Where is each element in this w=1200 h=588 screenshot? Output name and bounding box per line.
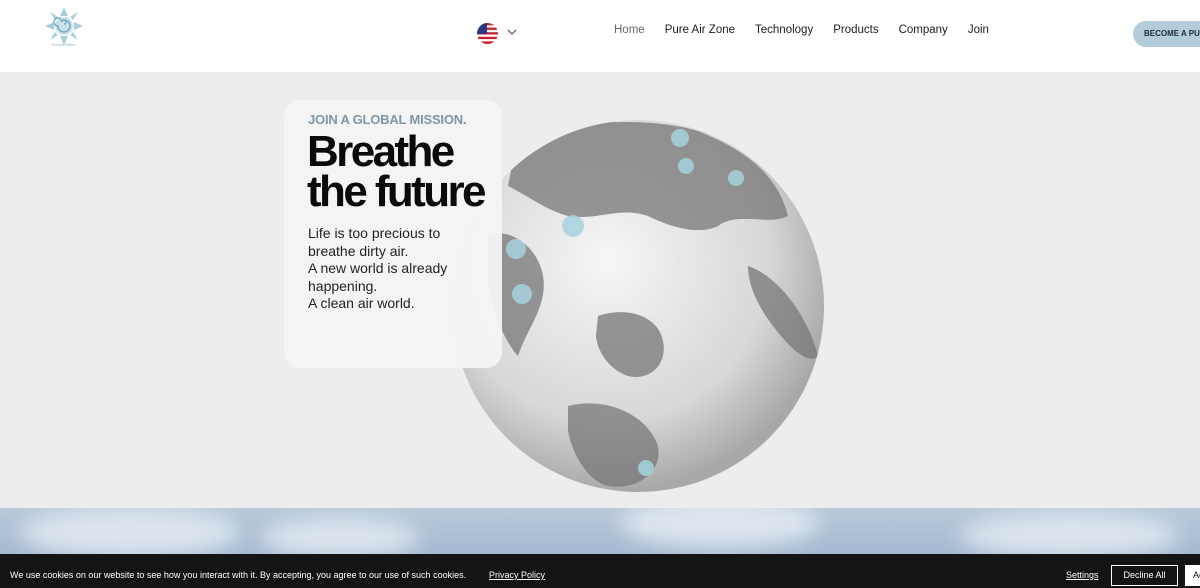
become-member-button[interactable]: BECOME A PURE AIR: [1133, 21, 1200, 47]
privacy-policy-link[interactable]: Privacy Policy: [489, 570, 545, 580]
logo-text: PureAirNation: [51, 42, 77, 47]
nav-join[interactable]: Join: [968, 24, 989, 36]
nav-technology[interactable]: Technology: [755, 24, 813, 36]
cookie-text: We use cookies on our website to see how…: [10, 570, 467, 580]
body-line: A clean air world.: [308, 295, 415, 311]
nav-home[interactable]: Home: [614, 24, 645, 36]
us-flag-icon[interactable]: [477, 23, 498, 44]
nav-pure-air-zone[interactable]: Pure Air Zone: [665, 24, 735, 36]
body-line: A new world is already happening.: [308, 260, 448, 294]
main-nav: Home Pure Air Zone Technology Products C…: [614, 24, 989, 36]
cookie-banner: We use cookies on our website to see how…: [0, 554, 1200, 588]
hero-body: Life is too precious to breathe dirty ai…: [308, 225, 488, 313]
hero-headline: Breathe the future: [307, 127, 486, 216]
body-line: Life is too precious to breathe dirty ai…: [308, 225, 441, 259]
chevron-down-icon[interactable]: [506, 25, 518, 37]
globe-image: [452, 120, 824, 492]
nav-company[interactable]: Company: [899, 24, 948, 36]
headline-line: the future: [307, 167, 486, 216]
site-header: PureAirNation Home Pure Air Zone Technol…: [0, 0, 1200, 72]
accept-button[interactable]: Accept: [1185, 565, 1200, 586]
cookie-settings-link[interactable]: Settings: [1066, 570, 1099, 580]
decline-all-button[interactable]: Decline All: [1111, 565, 1178, 586]
hero-eyebrow: JOIN A GLOBAL MISSION.: [308, 112, 467, 127]
nav-products[interactable]: Products: [833, 24, 878, 36]
hero-section: [0, 72, 1200, 508]
headline-line: Breathe: [307, 127, 455, 176]
